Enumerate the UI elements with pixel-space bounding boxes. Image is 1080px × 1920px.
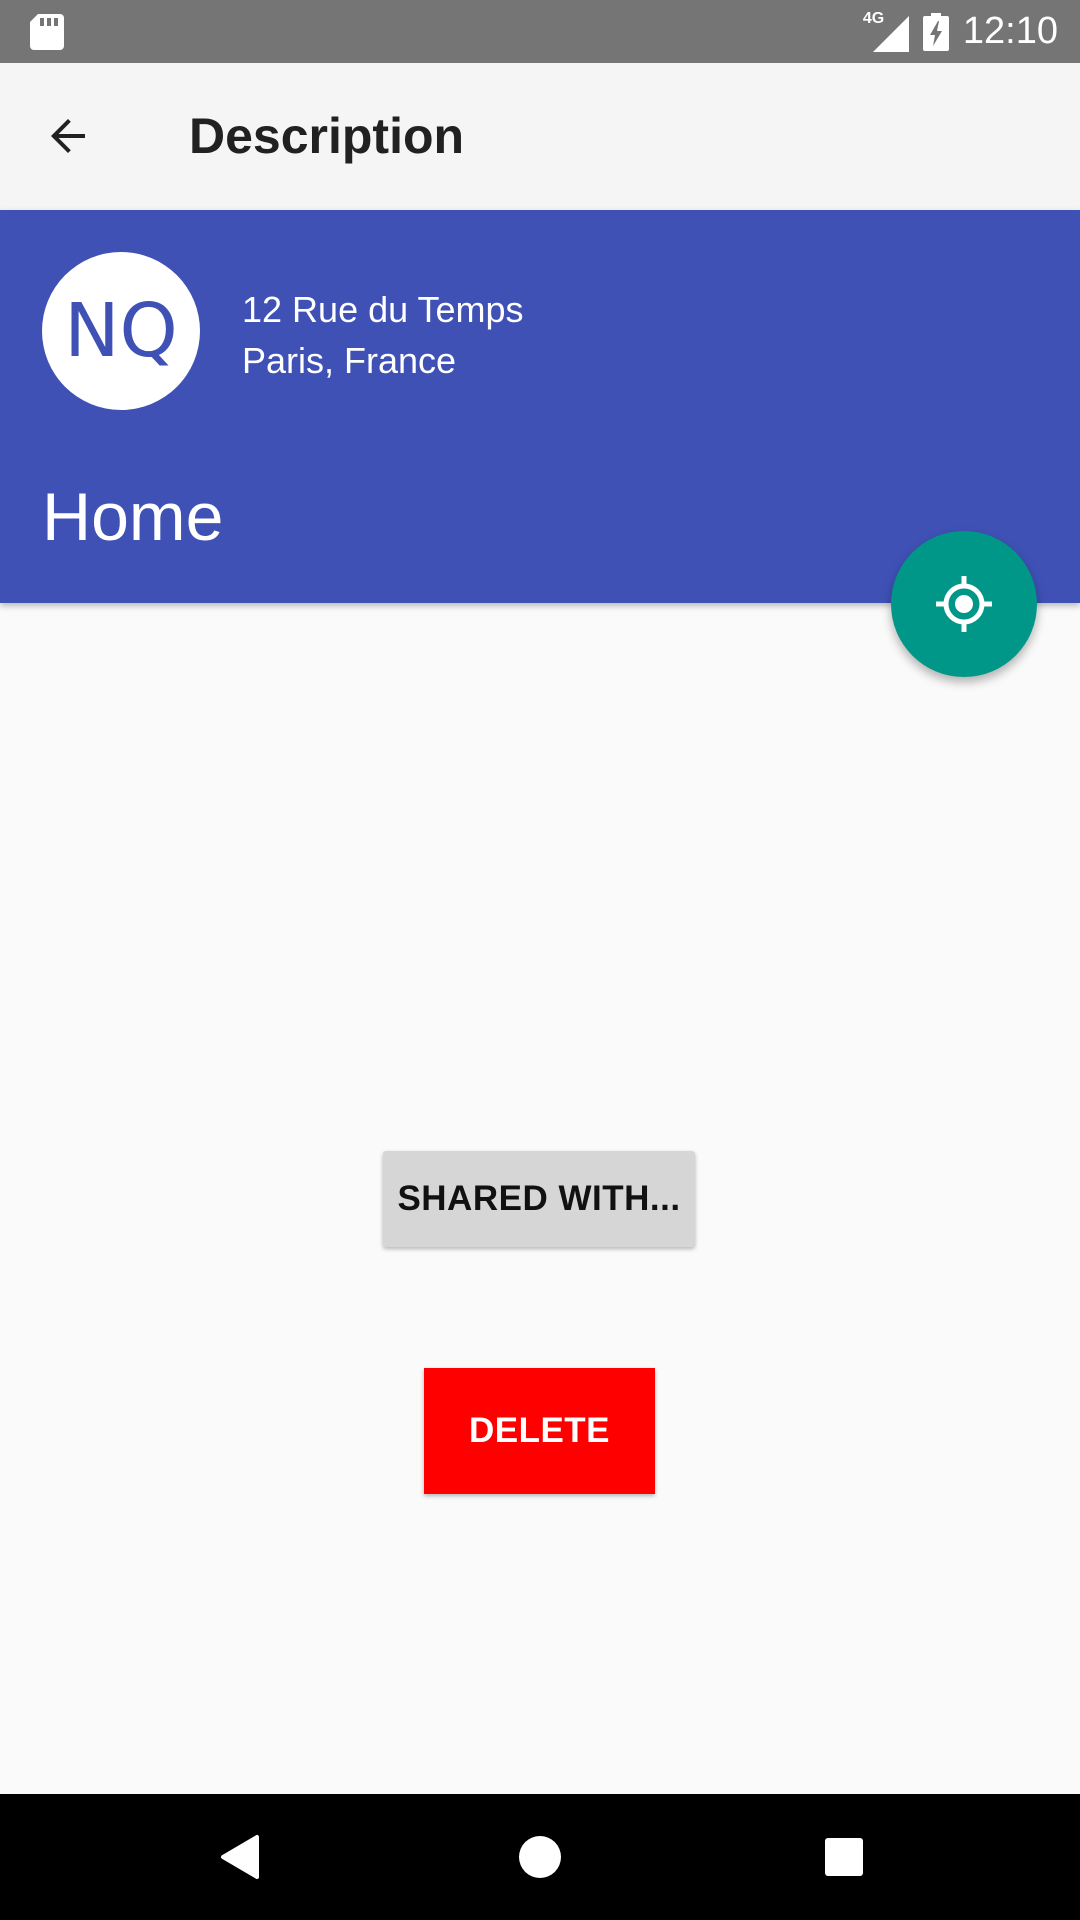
avatar: NQ bbox=[42, 252, 200, 410]
address-line-2: Paris, France bbox=[242, 340, 457, 381]
status-icons: 4G 12:10 bbox=[863, 0, 1058, 63]
address-line-1: 12 Rue du Temps bbox=[242, 289, 524, 330]
page-title: Description bbox=[189, 108, 465, 164]
place-header: NQ 12 Rue du Temps Paris, France Home bbox=[0, 210, 1080, 603]
battery-charging-icon bbox=[922, 12, 949, 51]
shared-with-button[interactable]: SHARED WITH... bbox=[383, 1151, 695, 1247]
nav-back-button[interactable] bbox=[199, 1817, 279, 1897]
sd-card-icon bbox=[30, 14, 64, 50]
system-nav-bar bbox=[0, 1794, 1080, 1920]
status-bar: 4G 12:10 bbox=[0, 0, 1080, 63]
back-button[interactable] bbox=[36, 103, 102, 169]
screen: 4G 12:10 Description NQ 12 Rue du Temps bbox=[0, 0, 1080, 1920]
app-toolbar: Description bbox=[0, 63, 1080, 210]
nav-recents-icon bbox=[825, 1838, 863, 1876]
nav-home-icon bbox=[519, 1836, 561, 1878]
my-location-icon bbox=[936, 576, 992, 632]
arrow-back-icon bbox=[51, 119, 85, 153]
status-clock: 12:10 bbox=[962, 10, 1058, 52]
address-block: 12 Rue du Temps Paris, France bbox=[242, 284, 524, 386]
signal-indicator: 4G bbox=[863, 10, 909, 52]
signal-icon bbox=[872, 15, 909, 52]
nav-home-button[interactable] bbox=[500, 1817, 580, 1897]
place-name: Home bbox=[42, 479, 224, 555]
nav-back-icon bbox=[221, 1835, 259, 1879]
nav-recents-button[interactable] bbox=[804, 1817, 884, 1897]
locate-fab-button[interactable] bbox=[891, 531, 1037, 677]
delete-button[interactable]: DELETE bbox=[424, 1368, 655, 1494]
